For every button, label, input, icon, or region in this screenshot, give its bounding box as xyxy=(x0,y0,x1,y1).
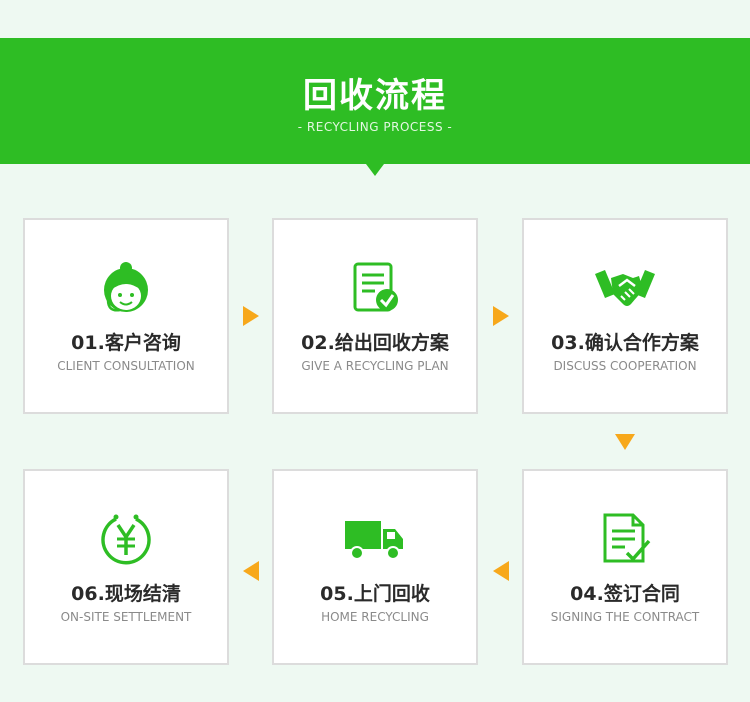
arrow-right-icon xyxy=(493,306,509,326)
handshake-icon xyxy=(524,260,726,316)
step-subtitle: CLIENT CONSULTATION xyxy=(57,359,195,373)
plan-document-icon xyxy=(274,260,476,316)
truck-icon xyxy=(274,511,476,567)
contract-icon xyxy=(524,511,726,567)
yuan-payment-icon xyxy=(25,511,227,567)
step-card-1: 01.客户咨询 CLIENT CONSULTATION xyxy=(23,218,229,414)
step-card-6: 06.现场结清 ON-SITE SETTLEMENT xyxy=(23,469,229,665)
step-subtitle: ON-SITE SETTLEMENT xyxy=(60,610,192,624)
step-subtitle: HOME RECYCLING xyxy=(321,610,429,624)
step-card-5: 05.上门回收 HOME RECYCLING xyxy=(272,469,478,665)
step-title: 01.客户咨询 xyxy=(71,332,181,354)
step-subtitle: SIGNING THE CONTRACT xyxy=(550,610,700,624)
step-card-3: 03.确认合作方案 DISCUSS COOPERATION xyxy=(522,218,728,414)
step-subtitle: DISCUSS COOPERATION xyxy=(553,359,697,373)
step-title: 04.签订合同 xyxy=(570,583,680,605)
arrow-down-icon xyxy=(615,434,635,450)
step-card-2: 02.给出回收方案 GIVE A RECYCLING PLAN xyxy=(272,218,478,414)
customer-service-icon xyxy=(25,260,227,316)
page-title: 回收流程 xyxy=(303,76,447,116)
step-title: 06.现场结清 xyxy=(71,583,181,605)
arrow-right-icon xyxy=(243,306,259,326)
step-title: 03.确认合作方案 xyxy=(551,332,699,354)
step-title: 02.给出回收方案 xyxy=(301,332,449,354)
banner-pointer xyxy=(366,164,384,176)
step-card-4: 04.签订合同 SIGNING THE CONTRACT xyxy=(522,469,728,665)
step-subtitle: GIVE A RECYCLING PLAN xyxy=(301,359,449,373)
arrow-left-icon xyxy=(243,561,259,581)
header-banner: 回收流程 - RECYCLING PROCESS - xyxy=(0,38,750,176)
page-subtitle: - RECYCLING PROCESS - xyxy=(297,120,453,134)
step-title: 05.上门回收 xyxy=(320,583,430,605)
arrow-left-icon xyxy=(493,561,509,581)
